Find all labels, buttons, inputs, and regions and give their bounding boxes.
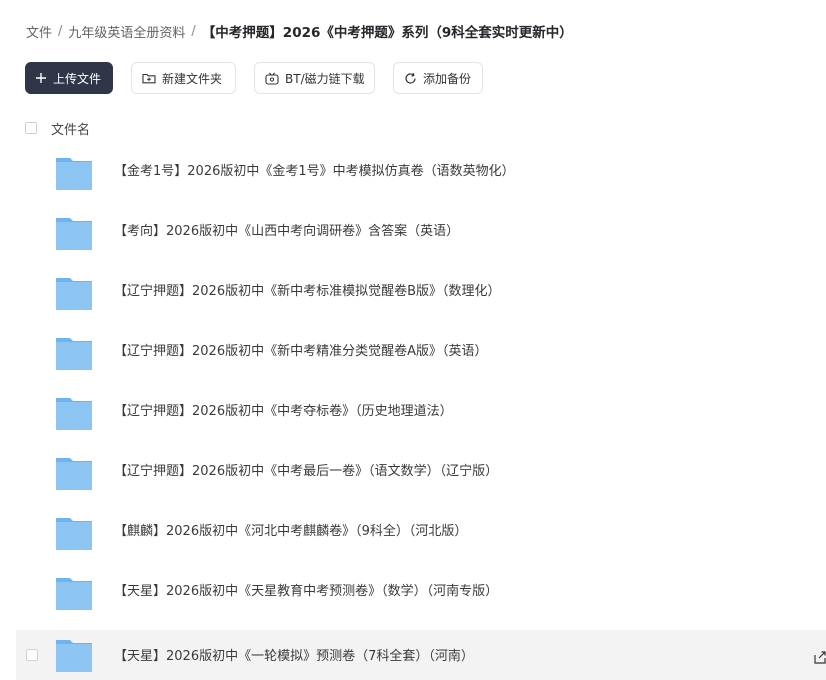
list-item[interactable]: 【辽宁押题】2026版初中《中考夺标卷》（历史地理道法）	[16, 392, 826, 442]
breadcrumb-current: 【中考押题】2026《中考押题》系列（9科全套实时更新中）	[201, 25, 573, 41]
folder-plus-icon	[142, 72, 156, 84]
list-item-hovered[interactable]: 【天星】2026版初中《一轮模拟》预测卷（7科全套）（河南）	[16, 630, 826, 680]
folder-icon	[56, 456, 92, 490]
new-folder-button-label: 新建文件夹	[162, 71, 223, 86]
list-item[interactable]: 【辽宁押题】2026版初中《新中考标准模拟觉醒卷B版》（数理化）	[16, 272, 826, 322]
breadcrumb-root[interactable]: 文件	[26, 22, 52, 41]
magnet-icon	[265, 71, 279, 85]
folder-icon	[56, 276, 92, 310]
add-backup-button-label: 添加备份	[423, 71, 472, 86]
plus-icon	[35, 72, 47, 84]
list-item[interactable]: 【辽宁押题】2026版初中《新中考精准分类觉醒卷A版》（英语）	[16, 332, 826, 382]
folder-icon	[56, 216, 92, 250]
folder-name[interactable]: 【辽宁押题】2026版初中《新中考精准分类觉醒卷A版》（英语）	[114, 342, 487, 362]
share-icon[interactable]	[814, 649, 826, 664]
folder-name[interactable]: 【天星】2026版初中《天星教育中考预测卷》（数学）（河南专版）	[114, 582, 498, 602]
list-item[interactable]: 【金考1号】2026版初中《金考1号》中考模拟仿真卷（语数英物化）	[16, 152, 826, 202]
folder-name[interactable]: 【天星】2026版初中《一轮模拟》预测卷（7科全套）（河南）	[114, 647, 474, 667]
breadcrumb-parent[interactable]: 九年级英语全册资料	[68, 22, 185, 41]
upload-button[interactable]: 上传文件	[25, 62, 113, 94]
folder-name[interactable]: 【辽宁押题】2026版初中《中考最后一卷》（语文数学）（辽宁版）	[114, 462, 498, 482]
list-item[interactable]: 【考向】2026版初中《山西中考向调研卷》含答案（英语）	[16, 212, 826, 262]
bt-download-button[interactable]: BT/磁力链下载	[254, 62, 375, 94]
list-item[interactable]: 【麒麟】2026版初中《河北中考麒麟卷》（9科全）（河北版）	[16, 512, 826, 562]
folder-icon	[56, 576, 92, 610]
breadcrumb-separator: /	[191, 23, 196, 39]
select-all-checkbox[interactable]	[25, 122, 37, 134]
row-checkbox[interactable]	[26, 649, 38, 661]
list-item[interactable]: 【天星】2026版初中《天星教育中考预测卷》（数学）（河南专版）	[16, 572, 826, 622]
bt-download-button-label: BT/磁力链下载	[285, 71, 365, 86]
list-header: 文件名	[25, 118, 90, 138]
upload-button-label: 上传文件	[53, 71, 102, 86]
refresh-icon	[404, 72, 417, 85]
breadcrumb: 文件 / 九年级英语全册资料 / 【中考押题】2026《中考押题》系列（9科全套…	[26, 20, 573, 42]
folder-name[interactable]: 【麒麟】2026版初中《河北中考麒麟卷》（9科全）（河北版）	[114, 522, 467, 542]
folder-icon	[56, 156, 92, 190]
folder-name[interactable]: 【辽宁押题】2026版初中《新中考标准模拟觉醒卷B版》（数理化）	[114, 282, 501, 302]
column-header-filename[interactable]: 文件名	[51, 119, 90, 138]
toolbar: 上传文件 新建文件夹 BT/磁力链下载 添加备份	[25, 62, 483, 94]
folder-name[interactable]: 【金考1号】2026版初中《金考1号》中考模拟仿真卷（语数英物化）	[114, 162, 515, 182]
list-item[interactable]: 【辽宁押题】2026版初中《中考最后一卷》（语文数学）（辽宁版）	[16, 452, 826, 502]
new-folder-button[interactable]: 新建文件夹	[131, 62, 236, 94]
folder-icon	[56, 516, 92, 550]
folder-icon	[56, 396, 92, 430]
folder-icon	[56, 638, 92, 672]
folder-icon	[56, 336, 92, 370]
breadcrumb-separator: /	[58, 23, 63, 39]
folder-name[interactable]: 【辽宁押题】2026版初中《中考夺标卷》（历史地理道法）	[114, 402, 453, 422]
file-browser-page: 文件 / 九年级英语全册资料 / 【中考押题】2026《中考押题》系列（9科全套…	[0, 0, 826, 680]
folder-name[interactable]: 【考向】2026版初中《山西中考向调研卷》含答案（英语）	[114, 222, 459, 242]
add-backup-button[interactable]: 添加备份	[393, 62, 483, 94]
